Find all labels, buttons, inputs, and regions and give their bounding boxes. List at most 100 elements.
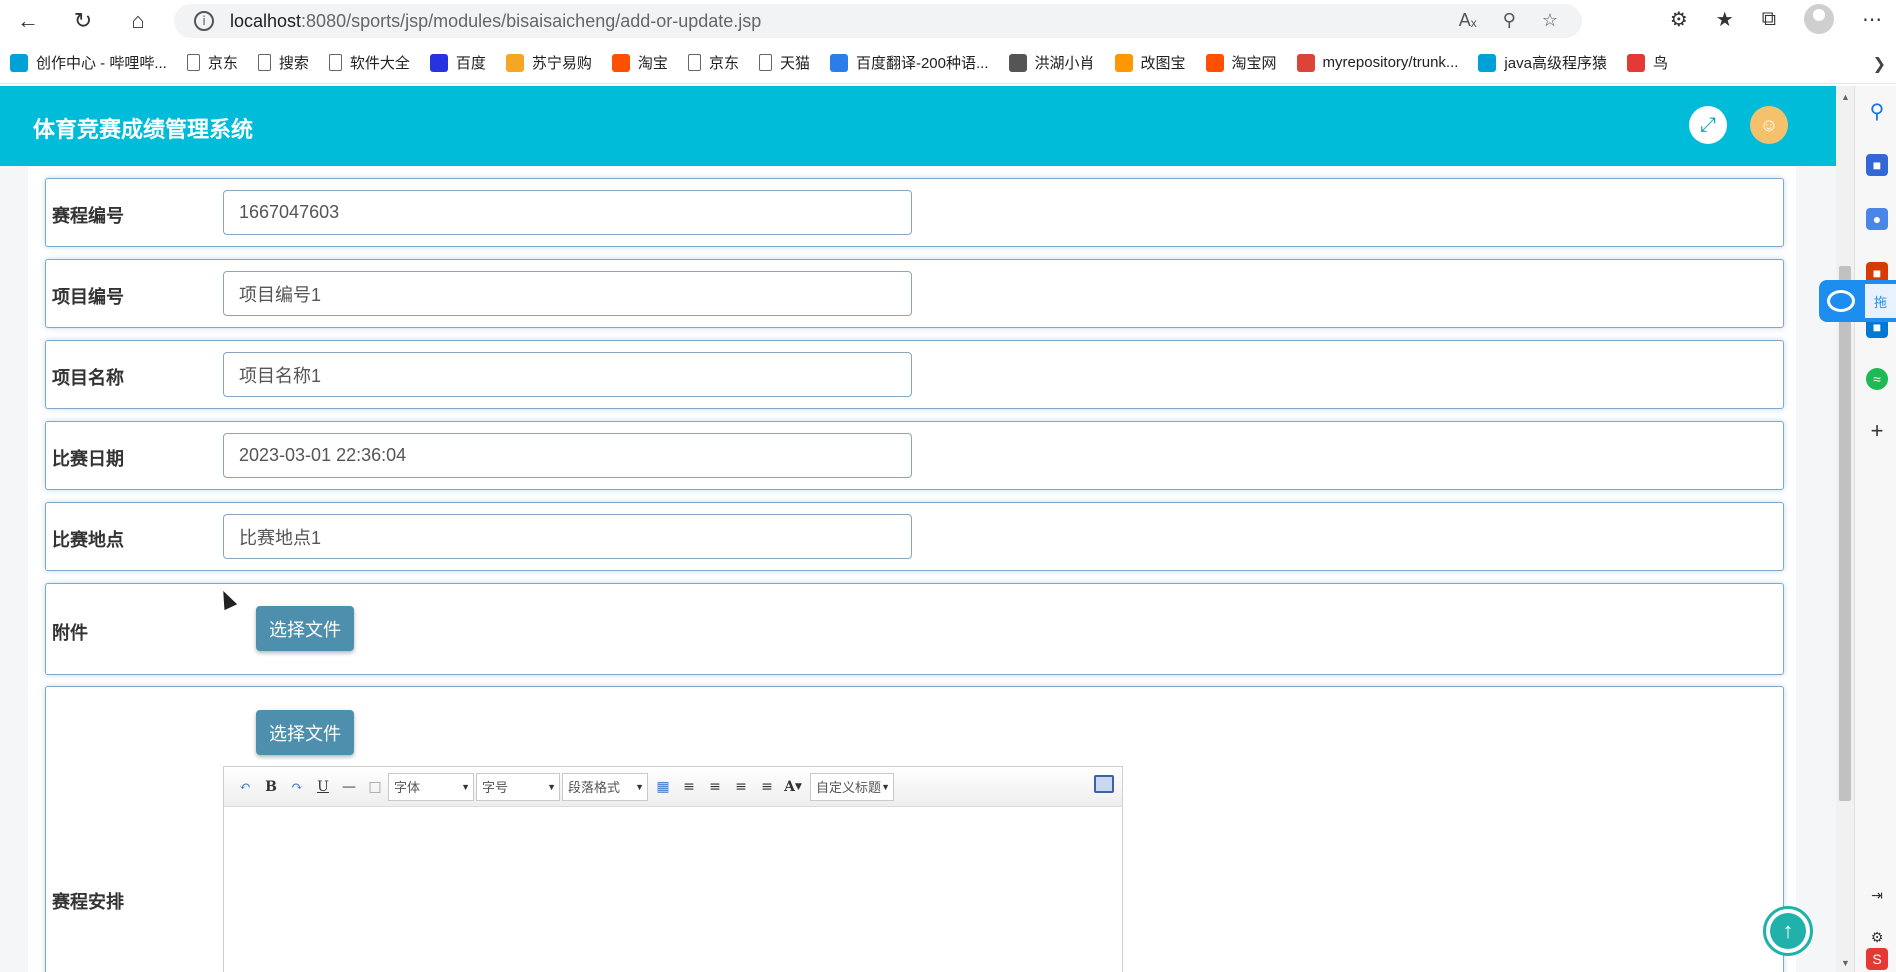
bookmark-item[interactable]: java高级程序猿 — [1478, 52, 1607, 73]
extensions-icon[interactable]: ⚙ — [1670, 7, 1688, 32]
bookmark-label: java高级程序猿 — [1504, 55, 1607, 72]
address-bar[interactable]: i localhost:8080/sports/jsp/modules/bisa… — [174, 4, 1582, 38]
font-color-label: A — [784, 778, 795, 795]
bookmark-item[interactable]: 京东 — [186, 52, 238, 73]
favorites-icon[interactable]: ★ — [1716, 7, 1734, 32]
font-color-button[interactable]: A ▼ — [780, 774, 806, 800]
app-header: 体育竞赛成绩管理系统 ⤢ ☺ — [0, 86, 1836, 166]
choose-file-button[interactable]: 选择文件 — [256, 710, 354, 755]
bookmark-item[interactable]: 搜索 — [257, 52, 309, 73]
choose-file-button[interactable]: 选择文件 — [256, 606, 354, 651]
bookmark-label: 苏宁易购 — [531, 55, 592, 72]
sidebar-collapse-icon[interactable]: ⇥ — [1866, 884, 1888, 906]
table-icon[interactable]: ▦ — [650, 774, 676, 800]
bookmark-item[interactable]: myrepository/trunk... — [1296, 53, 1459, 72]
bookmark-icon-translate-icon — [829, 53, 848, 72]
extension-icon[interactable]: S — [1866, 948, 1888, 970]
dropdown-arrow-icon: ▼ — [635, 781, 644, 792]
bookmark-item[interactable]: 洪湖小肖 — [1008, 52, 1095, 73]
user-icon[interactable]: ☺ — [1750, 106, 1788, 144]
bookmark-icon-taobao-icon — [1205, 53, 1224, 72]
bookmark-icon-bird-icon — [1626, 53, 1645, 72]
paste-icon[interactable]: □ — [362, 774, 388, 800]
align-left-icon[interactable]: ≡ — [676, 774, 702, 800]
match-date-input[interactable]: 2023-03-01 22:36:04 — [223, 433, 912, 478]
field-label: 比赛日期 — [52, 449, 124, 469]
font-size-value: 字号 — [482, 780, 509, 795]
fullscreen-icon[interactable]: ⤢ — [1689, 106, 1727, 144]
bookmark-icon-chrome-icon — [1296, 53, 1315, 72]
collections-icon[interactable]: ⧉ — [1762, 8, 1776, 31]
back-to-top-button[interactable]: ↑ — [1763, 906, 1813, 956]
form-row-schedule: 赛程安排 选择文件 ↶ B ↷ U — □ 字体 ▼ 字号 ▼ 段落格式 ▼ ▦ ≡ … — [45, 686, 1784, 972]
bookmark-item[interactable]: 淘宝网 — [1205, 52, 1277, 73]
custom-title-select[interactable]: 自定义标题 ▼ — [810, 772, 894, 801]
baidu-widget-tab[interactable]: 拖 — [1865, 284, 1896, 318]
scroll-up-icon[interactable]: ▲ — [1841, 92, 1850, 102]
font-family-select[interactable]: 字体 ▼ — [388, 772, 474, 801]
scrollbar-thumb[interactable] — [1839, 266, 1851, 801]
form-row-schedule-id: 赛程编号 1667047603 — [45, 178, 1784, 247]
align-center-icon[interactable]: ≡ — [728, 774, 754, 800]
scroll-down-icon[interactable]: ▼ — [1841, 958, 1850, 968]
people-icon[interactable]: ● — [1866, 208, 1888, 230]
info-icon[interactable]: i — [194, 11, 214, 31]
browser-toolbar: ← ↻ ⌂ i localhost:8080/sports/jsp/module… — [0, 0, 1896, 42]
tools-icon[interactable]: ■ — [1866, 154, 1888, 176]
home-icon[interactable]: ⌂ — [120, 3, 156, 39]
align-justify-icon[interactable]: ≡ — [754, 774, 780, 800]
bookmark-item[interactable]: 苏宁易购 — [505, 52, 592, 73]
bookmark-label: 百度 — [455, 55, 486, 72]
bookmark-item[interactable]: 天猫 — [758, 52, 810, 73]
paragraph-format-select[interactable]: 段落格式 ▼ — [562, 772, 648, 801]
match-location-input[interactable]: 比赛地点1 — [223, 514, 912, 559]
settings-icon[interactable]: ⚙ — [1866, 926, 1888, 948]
bookmark-item[interactable]: 淘宝 — [611, 52, 668, 73]
baidu-netdisk-widget[interactable]: 拖 — [1819, 280, 1896, 322]
refresh-icon[interactable]: ↻ — [65, 3, 101, 39]
bookmark-label: 改图宝 — [1140, 55, 1186, 72]
more-menu-icon[interactable]: ⋯ — [1862, 7, 1882, 32]
bookmark-item[interactable]: 百度 — [429, 52, 486, 73]
bookmark-item[interactable]: 软件大全 — [328, 52, 410, 73]
app-title: 体育竞赛成绩管理系统 — [33, 117, 254, 142]
browser-sidebar: ⚲ ■ ● ■ ■ ≈ + ⇥ ⚙ S — [1854, 86, 1896, 972]
editor-toolbar: ↶ B ↷ U — □ 字体 ▼ 字号 ▼ 段落格式 ▼ ▦ ≡ ≡ ≡ ≡ A ▼ 自… — [224, 767, 1122, 807]
bookmark-icon-page-icon — [758, 54, 772, 71]
underline-button[interactable]: U — [310, 774, 336, 800]
bookmark-icon-bird-icon — [1008, 53, 1027, 72]
bookmark-icon-suning-icon — [505, 53, 524, 72]
search-icon[interactable]: ⚲ — [1866, 100, 1888, 123]
redo-icon[interactable]: ↷ — [284, 774, 310, 800]
rich-text-editor: ↶ B ↷ U — □ 字体 ▼ 字号 ▼ 段落格式 ▼ ▦ ≡ ≡ ≡ ≡ A ▼ 自… — [223, 766, 1123, 972]
dropdown-arrow-icon: ▼ — [794, 781, 802, 792]
favorite-add-icon[interactable]: ☆ — [1542, 10, 1558, 31]
spotify-icon[interactable]: ≈ — [1866, 368, 1888, 390]
bookmark-item[interactable]: 京东 — [687, 52, 739, 73]
bookmark-item[interactable]: 改图宝 — [1114, 52, 1186, 73]
bookmark-item[interactable]: 百度翻译-200种语... — [829, 52, 989, 73]
font-size-select[interactable]: 字号 ▼ — [476, 772, 560, 801]
page-scrollbar[interactable]: ▲ ▼ — [1836, 86, 1854, 972]
chevron-right-icon[interactable]: ❯ — [1873, 54, 1886, 74]
horizontal-rule-icon[interactable]: — — [336, 774, 362, 800]
url-path: :8080/sports/jsp/modules/bisaisaicheng/a… — [301, 10, 762, 31]
bookmark-label: 京东 — [708, 55, 739, 72]
back-icon[interactable]: ← — [10, 3, 46, 39]
bookmark-label: 软件大全 — [349, 55, 410, 72]
align-right-icon[interactable]: ≡ — [702, 774, 728, 800]
bold-button[interactable]: B — [258, 774, 284, 800]
undo-icon[interactable]: ↶ — [232, 774, 258, 800]
field-label: 项目编号 — [52, 287, 124, 307]
profile-avatar[interactable] — [1804, 4, 1834, 34]
read-aloud-icon[interactable]: Aₓ — [1459, 10, 1477, 31]
bookmark-label: myrepository/trunk... — [1322, 54, 1459, 71]
add-icon[interactable]: + — [1866, 418, 1888, 443]
source-view-icon[interactable] — [1094, 775, 1114, 793]
schedule-id-input[interactable]: 1667047603 — [223, 190, 912, 235]
item-name-input[interactable]: 项目名称1 — [223, 352, 912, 397]
bookmark-item[interactable]: 创作中心 - 哔哩哔... — [10, 52, 167, 73]
item-id-input[interactable]: 项目编号1 — [223, 271, 912, 316]
zoom-out-icon[interactable]: ⚲ — [1503, 10, 1516, 31]
bookmark-item[interactable]: 鸟 — [1626, 52, 1668, 73]
